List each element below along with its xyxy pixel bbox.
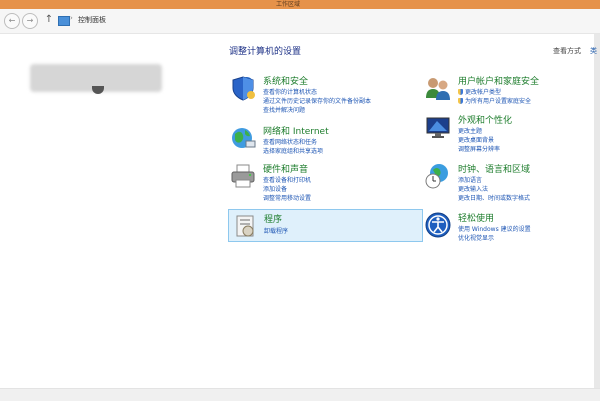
category-title[interactable]: 外观和个性化 bbox=[458, 113, 512, 126]
category-link[interactable]: 更改帐户类型 bbox=[458, 87, 501, 96]
window-title: 工作区域 bbox=[276, 1, 301, 8]
category-programs[interactable]: 程序 卸载程序 bbox=[228, 209, 423, 242]
arrow-right-icon: → bbox=[26, 16, 34, 25]
category-title[interactable]: 用户帐户和家庭安全 bbox=[458, 74, 539, 87]
category-title[interactable]: 程序 bbox=[264, 212, 282, 225]
category-link[interactable]: 添加语言 bbox=[458, 175, 482, 184]
page-title: 调整计算机的设置 bbox=[229, 47, 302, 57]
category-link[interactable]: 更改桌面背景 bbox=[458, 135, 494, 144]
monitor-icon bbox=[424, 113, 452, 141]
category-title[interactable]: 时钟、语言和区域 bbox=[458, 162, 530, 175]
category-link[interactable]: 添加设备 bbox=[263, 184, 287, 193]
forward-button[interactable]: → bbox=[22, 13, 38, 29]
breadcrumb-control-panel[interactable]: 控制面板 bbox=[78, 15, 106, 25]
breadcrumb-separator: › bbox=[70, 14, 73, 22]
category-link[interactable]: 更改日期、时间或数字格式 bbox=[458, 193, 530, 202]
up-button[interactable]: ↑ bbox=[44, 13, 54, 27]
category-title[interactable]: 网络和 Internet bbox=[263, 124, 329, 137]
back-button[interactable]: ← bbox=[4, 13, 20, 29]
category-link[interactable]: 卸载程序 bbox=[264, 226, 288, 235]
category-system-security: 系统和安全 查看你的计算机状态 通过文件历史记录保存你的文件备份副本 查找并解决… bbox=[229, 74, 419, 122]
category-link[interactable]: 查看你的计算机状态 bbox=[263, 87, 317, 96]
category-link[interactable]: 查看设备和打印机 bbox=[263, 175, 311, 184]
category-link[interactable]: 调整常用移动设置 bbox=[263, 193, 311, 202]
right-edge bbox=[594, 34, 600, 400]
sidebar bbox=[0, 34, 225, 400]
category-link[interactable]: 通过文件历史记录保存你的文件备份副本 bbox=[263, 96, 371, 105]
category-ease-of-access: 轻松使用 使用 Windows 建议的设置 优化视觉显示 bbox=[424, 211, 592, 245]
category-link[interactable]: 选择家庭组和共享选项 bbox=[263, 146, 323, 155]
arrow-left-icon: ← bbox=[8, 16, 16, 25]
category-link[interactable]: 更改输入法 bbox=[458, 184, 488, 193]
category-title[interactable]: 轻松使用 bbox=[458, 211, 494, 224]
category-link[interactable]: 优化视觉显示 bbox=[458, 233, 494, 242]
clock-globe-icon bbox=[424, 162, 452, 190]
bottom-edge bbox=[0, 388, 600, 401]
view-by-label: 查看方式 bbox=[553, 47, 581, 55]
title-bar: 工作区域 bbox=[0, 0, 600, 9]
blurred-mark bbox=[92, 86, 104, 94]
arrow-up-icon: ↑ bbox=[44, 14, 54, 25]
printer-icon bbox=[229, 162, 257, 190]
category-network-internet: 网络和 Internet 查看网络状态和任务 选择家庭组和共享选项 bbox=[229, 124, 419, 158]
category-appearance: 外观和个性化 更改主题 更改桌面背景 调整屏幕分辨率 bbox=[424, 113, 592, 157]
category-title[interactable]: 硬件和声音 bbox=[263, 162, 308, 175]
category-user-accounts: 用户帐户和家庭安全 更改帐户类型 为所有用户设置家庭安全 bbox=[424, 74, 592, 110]
category-link[interactable]: 更改主题 bbox=[458, 126, 482, 135]
programs-icon bbox=[232, 212, 260, 240]
view-by-dropdown[interactable]: 类 bbox=[590, 46, 597, 56]
category-link[interactable]: 为所有用户设置家庭安全 bbox=[458, 96, 531, 105]
users-icon bbox=[424, 74, 452, 102]
category-link[interactable]: 调整屏幕分辨率 bbox=[458, 144, 500, 153]
control-panel-icon bbox=[58, 16, 70, 26]
network-globe-icon bbox=[229, 124, 257, 152]
category-clock-language-region: 时钟、语言和区域 添加语言 更改输入法 更改日期、时间或数字格式 bbox=[424, 162, 592, 206]
category-link[interactable]: 查找并解决问题 bbox=[263, 105, 305, 114]
shield-icon bbox=[229, 74, 257, 102]
category-link[interactable]: 使用 Windows 建议的设置 bbox=[458, 224, 531, 233]
category-link[interactable]: 查看网络状态和任务 bbox=[263, 137, 317, 146]
ease-of-access-icon bbox=[424, 211, 452, 239]
category-title[interactable]: 系统和安全 bbox=[263, 74, 308, 87]
category-hardware-sound: 硬件和声音 查看设备和打印机 添加设备 调整常用移动设置 bbox=[229, 162, 419, 206]
address-bar: ← → ↑ › 控制面板 bbox=[0, 9, 600, 34]
